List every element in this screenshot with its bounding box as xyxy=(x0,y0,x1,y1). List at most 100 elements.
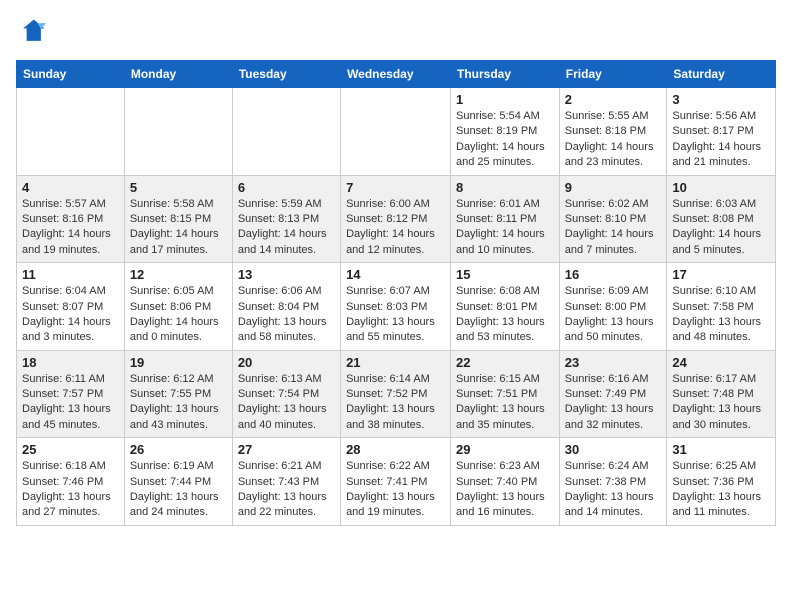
day-info: Sunrise: 6:16 AM Sunset: 7:49 PM Dayligh… xyxy=(565,372,662,434)
logo-icon xyxy=(16,16,48,48)
weekday-header: Friday xyxy=(559,61,667,88)
day-number: 4 xyxy=(22,180,119,195)
calendar-week-row: 25Sunrise: 6:18 AM Sunset: 7:46 PM Dayli… xyxy=(17,438,776,526)
calendar-cell: 29 Sunrise: 6:23 AM Sunset: 7:40 PM Dayli… xyxy=(451,438,560,526)
calendar-cell: 2 Sunrise: 5:55 AM Sunset: 8:18 PM Daylig… xyxy=(559,88,667,176)
day-number: 29 xyxy=(456,442,554,457)
weekday-header: Tuesday xyxy=(232,61,340,88)
calendar-cell: 10 Sunrise: 6:03 AM Sunset: 8:08 PM Dayli… xyxy=(667,175,776,263)
day-info: Sunrise: 6:23 AM Sunset: 7:40 PM Dayligh… xyxy=(456,459,554,521)
day-number: 16 xyxy=(565,267,662,282)
weekday-header: Wednesday xyxy=(341,61,451,88)
day-number: 23 xyxy=(565,355,662,370)
calendar-cell: 7 Sunrise: 6:00 AM Sunset: 8:12 PM Daylig… xyxy=(341,175,451,263)
weekday-header: Saturday xyxy=(667,61,776,88)
calendar-cell xyxy=(341,88,451,176)
day-number: 11 xyxy=(22,267,119,282)
day-number: 6 xyxy=(238,180,335,195)
day-info: Sunrise: 6:03 AM Sunset: 8:08 PM Dayligh… xyxy=(672,197,770,259)
day-info: Sunrise: 6:10 AM Sunset: 7:58 PM Dayligh… xyxy=(672,284,770,346)
day-info: Sunrise: 6:24 AM Sunset: 7:38 PM Dayligh… xyxy=(565,459,662,521)
calendar-cell: 5 Sunrise: 5:58 AM Sunset: 8:15 PM Daylig… xyxy=(124,175,232,263)
calendar-week-row: 11 Sunrise: 6:04 AM Sunset: 8:07 PM Dayli… xyxy=(17,263,776,351)
day-number: 17 xyxy=(672,267,770,282)
day-info: Sunrise: 6:01 AM Sunset: 8:11 PM Dayligh… xyxy=(456,197,554,259)
weekday-header-row: SundayMondayTuesdayWednesdayThursdayFrid… xyxy=(17,61,776,88)
day-number: 20 xyxy=(238,355,335,370)
day-number: 15 xyxy=(456,267,554,282)
calendar-cell xyxy=(232,88,340,176)
calendar-cell xyxy=(124,88,232,176)
day-info: Sunrise: 5:56 AM Sunset: 8:17 PM Dayligh… xyxy=(672,109,770,171)
day-info: Sunrise: 6:14 AM Sunset: 7:52 PM Dayligh… xyxy=(346,372,445,434)
day-info: Sunrise: 6:06 AM Sunset: 8:04 PM Dayligh… xyxy=(238,284,335,346)
calendar-cell: 1 Sunrise: 5:54 AM Sunset: 8:19 PM Daylig… xyxy=(451,88,560,176)
day-number: 3 xyxy=(672,92,770,107)
calendar-table: SundayMondayTuesdayWednesdayThursdayFrid… xyxy=(16,60,776,526)
weekday-header: Monday xyxy=(124,61,232,88)
calendar-cell: 13 Sunrise: 6:06 AM Sunset: 8:04 PM Dayli… xyxy=(232,263,340,351)
calendar-week-row: 1 Sunrise: 5:54 AM Sunset: 8:19 PM Daylig… xyxy=(17,88,776,176)
calendar-cell: 25Sunrise: 6:18 AM Sunset: 7:46 PM Dayli… xyxy=(17,438,125,526)
day-number: 21 xyxy=(346,355,445,370)
day-info: Sunrise: 5:54 AM Sunset: 8:19 PM Dayligh… xyxy=(456,109,554,171)
calendar-cell: 12Sunrise: 6:05 AM Sunset: 8:06 PM Dayli… xyxy=(124,263,232,351)
weekday-header: Thursday xyxy=(451,61,560,88)
calendar-cell: 24 Sunrise: 6:17 AM Sunset: 7:48 PM Dayli… xyxy=(667,350,776,438)
calendar-cell: 6 Sunrise: 5:59 AM Sunset: 8:13 PM Daylig… xyxy=(232,175,340,263)
calendar-cell: 26 Sunrise: 6:19 AM Sunset: 7:44 PM Dayli… xyxy=(124,438,232,526)
day-info: Sunrise: 5:55 AM Sunset: 8:18 PM Dayligh… xyxy=(565,109,662,171)
day-info: Sunrise: 6:08 AM Sunset: 8:01 PM Dayligh… xyxy=(456,284,554,346)
calendar-cell: 17 Sunrise: 6:10 AM Sunset: 7:58 PM Dayli… xyxy=(667,263,776,351)
day-number: 18 xyxy=(22,355,119,370)
day-number: 5 xyxy=(130,180,227,195)
day-info: Sunrise: 6:19 AM Sunset: 7:44 PM Dayligh… xyxy=(130,459,227,521)
calendar-cell: 15 Sunrise: 6:08 AM Sunset: 8:01 PM Dayli… xyxy=(451,263,560,351)
day-number: 24 xyxy=(672,355,770,370)
day-number: 26 xyxy=(130,442,227,457)
day-number: 27 xyxy=(238,442,335,457)
calendar-cell: 23 Sunrise: 6:16 AM Sunset: 7:49 PM Dayli… xyxy=(559,350,667,438)
day-number: 7 xyxy=(346,180,445,195)
day-info: Sunrise: 6:09 AM Sunset: 8:00 PM Dayligh… xyxy=(565,284,662,346)
day-info: Sunrise: 6:12 AM Sunset: 7:55 PM Dayligh… xyxy=(130,372,227,434)
day-info: Sunrise: 6:02 AM Sunset: 8:10 PM Dayligh… xyxy=(565,197,662,259)
day-info: Sunrise: 6:22 AM Sunset: 7:41 PM Dayligh… xyxy=(346,459,445,521)
calendar-cell: 18Sunrise: 6:11 AM Sunset: 7:57 PM Dayli… xyxy=(17,350,125,438)
day-number: 30 xyxy=(565,442,662,457)
day-info: Sunrise: 6:17 AM Sunset: 7:48 PM Dayligh… xyxy=(672,372,770,434)
logo xyxy=(16,16,52,48)
calendar-cell: 3 Sunrise: 5:56 AM Sunset: 8:17 PM Daylig… xyxy=(667,88,776,176)
day-number: 10 xyxy=(672,180,770,195)
day-info: Sunrise: 6:00 AM Sunset: 8:12 PM Dayligh… xyxy=(346,197,445,259)
day-number: 2 xyxy=(565,92,662,107)
calendar-cell: 28 Sunrise: 6:22 AM Sunset: 7:41 PM Dayli… xyxy=(341,438,451,526)
calendar-cell: 31Sunrise: 6:25 AM Sunset: 7:36 PM Dayli… xyxy=(667,438,776,526)
day-info: Sunrise: 5:58 AM Sunset: 8:15 PM Dayligh… xyxy=(130,197,227,259)
day-number: 31 xyxy=(672,442,770,457)
calendar-cell: 22Sunrise: 6:15 AM Sunset: 7:51 PM Dayli… xyxy=(451,350,560,438)
calendar-cell: 16 Sunrise: 6:09 AM Sunset: 8:00 PM Dayli… xyxy=(559,263,667,351)
calendar-cell: 11 Sunrise: 6:04 AM Sunset: 8:07 PM Dayli… xyxy=(17,263,125,351)
day-number: 28 xyxy=(346,442,445,457)
day-number: 19 xyxy=(130,355,227,370)
calendar-cell: 9 Sunrise: 6:02 AM Sunset: 8:10 PM Daylig… xyxy=(559,175,667,263)
calendar-cell xyxy=(17,88,125,176)
day-number: 1 xyxy=(456,92,554,107)
day-number: 14 xyxy=(346,267,445,282)
day-number: 13 xyxy=(238,267,335,282)
day-info: Sunrise: 6:07 AM Sunset: 8:03 PM Dayligh… xyxy=(346,284,445,346)
day-number: 22 xyxy=(456,355,554,370)
day-info: Sunrise: 6:04 AM Sunset: 8:07 PM Dayligh… xyxy=(22,284,119,346)
day-info: Sunrise: 5:59 AM Sunset: 8:13 PM Dayligh… xyxy=(238,197,335,259)
calendar-cell: 4Sunrise: 5:57 AM Sunset: 8:16 PM Daylig… xyxy=(17,175,125,263)
day-info: Sunrise: 6:21 AM Sunset: 7:43 PM Dayligh… xyxy=(238,459,335,521)
day-number: 9 xyxy=(565,180,662,195)
calendar-cell: 20Sunrise: 6:13 AM Sunset: 7:54 PM Dayli… xyxy=(232,350,340,438)
calendar-cell: 8 Sunrise: 6:01 AM Sunset: 8:11 PM Daylig… xyxy=(451,175,560,263)
day-info: Sunrise: 6:05 AM Sunset: 8:06 PM Dayligh… xyxy=(130,284,227,346)
day-number: 8 xyxy=(456,180,554,195)
calendar-week-row: 18Sunrise: 6:11 AM Sunset: 7:57 PM Dayli… xyxy=(17,350,776,438)
calendar-cell: 21 Sunrise: 6:14 AM Sunset: 7:52 PM Dayli… xyxy=(341,350,451,438)
weekday-header: Sunday xyxy=(17,61,125,88)
